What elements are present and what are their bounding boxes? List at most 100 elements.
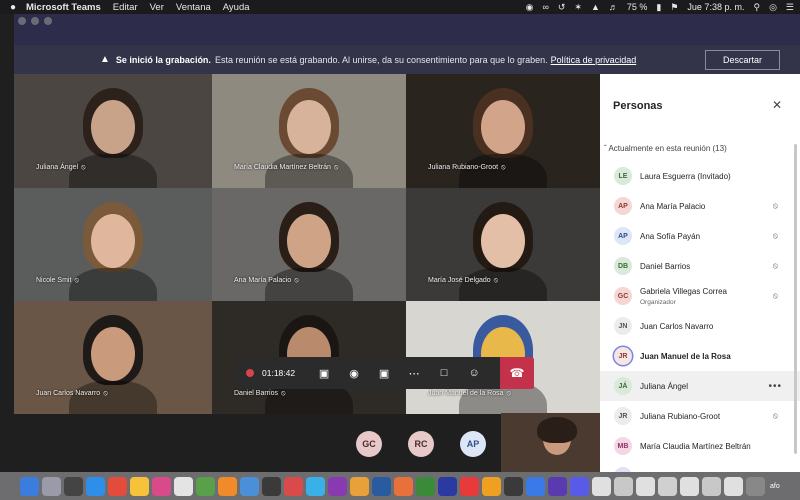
dock-app-icon[interactable]: [394, 476, 413, 496]
participant-avatar: AP: [614, 227, 632, 245]
dock-app-icon[interactable]: [416, 476, 435, 496]
volume-icon[interactable]: ♬: [609, 2, 618, 12]
video-tile[interactable]: Juan Carlos Navarro ⦸: [14, 301, 212, 414]
dock-app-icon[interactable]: [328, 476, 347, 496]
section-header[interactable]: ˇ Actualmente en esta reunión (13): [604, 144, 727, 153]
dock-app-icon[interactable]: [636, 476, 655, 496]
dock-app-icon[interactable]: [284, 476, 303, 496]
overflow-avatar[interactable]: AP: [460, 431, 486, 457]
menu-app-name[interactable]: Microsoft Teams: [26, 2, 101, 13]
video-tile[interactable]: María Claudia Martínez Beltrán ⦸: [212, 74, 406, 188]
bluetooth-icon[interactable]: ✶: [574, 2, 582, 13]
participants-icon[interactable]: ☺: [459, 367, 489, 379]
dock-app-icon[interactable]: [548, 476, 567, 496]
hang-up-button[interactable]: ☎: [500, 357, 534, 389]
notification-center-icon[interactable]: ☰: [786, 2, 794, 13]
menu-ventana[interactable]: Ventana: [176, 2, 211, 13]
dock-app-icon[interactable]: [438, 476, 457, 496]
participant-face: [91, 214, 135, 268]
dock-app-icon[interactable]: [592, 476, 611, 496]
participant-row[interactable]: JR Juan Manuel de la Rosa: [600, 341, 800, 371]
camera-toggle-icon[interactable]: ▣: [309, 367, 339, 380]
panel-scrollbar[interactable]: [794, 144, 797, 454]
dock-app-icon[interactable]: [504, 476, 523, 496]
dock-app-icon[interactable]: [152, 476, 171, 496]
dock-app-icon[interactable]: [218, 476, 237, 496]
more-actions-icon[interactable]: ⋯: [399, 367, 429, 380]
siri-icon[interactable]: ◎: [769, 2, 777, 13]
dock-app-icon[interactable]: [306, 476, 325, 496]
dock-app-icon[interactable]: [372, 476, 391, 496]
participant-row[interactable]: MDMaría José Delgado⦸: [600, 461, 800, 472]
video-tile[interactable]: Juliana Ángel ⦸: [14, 74, 212, 188]
participant-name: Nicole Smit: [36, 277, 72, 284]
menu-bar: ● Microsoft Teams Editar Ver Ventana Ayu…: [0, 0, 800, 14]
participant-row[interactable]: JR Juliana Rubiano-Groot ⦸: [600, 401, 800, 431]
share-screen-icon[interactable]: ▣: [369, 367, 399, 380]
menu-editar[interactable]: Editar: [113, 2, 138, 13]
privacy-policy-link[interactable]: Política de privacidad: [551, 55, 637, 65]
participant-avatar: DB: [614, 257, 632, 275]
participant-row[interactable]: DB Daniel Barrios ⦸: [600, 251, 800, 281]
participant-row[interactable]: MB María Claudia Martínez Beltrán: [600, 431, 800, 461]
overflow-avatar[interactable]: RC: [408, 431, 434, 457]
teams-status-icon[interactable]: ◉: [526, 2, 534, 13]
minimize-window-button[interactable]: [31, 17, 39, 25]
dock-app-icon[interactable]: [240, 476, 259, 496]
dock-app-icon[interactable]: [614, 476, 633, 496]
participant-list-name: Laura Esguerra (Invitado): [640, 171, 731, 181]
dock-app-icon[interactable]: [42, 476, 61, 496]
participant-name: Juliana Ángel: [36, 164, 79, 171]
time-machine-icon[interactable]: ↺: [558, 2, 566, 13]
spotlight-search-icon[interactable]: ⚲: [753, 2, 760, 13]
menu-ayuda[interactable]: Ayuda: [223, 2, 250, 13]
dock-app-icon[interactable]: [196, 476, 215, 496]
dock-app-icon[interactable]: [526, 476, 545, 496]
dock-app-icon[interactable]: [658, 476, 677, 496]
flag-icon[interactable]: ⚑: [670, 2, 678, 13]
dock-app-icon[interactable]: [64, 476, 83, 496]
creative-cloud-icon[interactable]: ∞: [542, 2, 548, 12]
dock-app-icon[interactable]: [680, 476, 699, 496]
battery-icon[interactable]: ▮: [656, 2, 661, 13]
participant-row[interactable]: GC Gabriela Villegas Correa Organizador ⦸: [600, 281, 800, 311]
dock-app-icon[interactable]: [20, 476, 39, 496]
zoom-window-button[interactable]: [44, 17, 52, 25]
wifi-icon[interactable]: ▲: [591, 2, 600, 12]
dock-app-icon[interactable]: [460, 476, 479, 496]
mic-muted-icon: ⦸: [493, 277, 499, 284]
dock-app-icon[interactable]: [86, 476, 105, 496]
participant-row[interactable]: AP Ana Sofía Payán ⦸: [600, 221, 800, 251]
more-options-icon[interactable]: •••: [768, 381, 782, 392]
participant-row[interactable]: AP Ana María Palacio ⦸: [600, 191, 800, 221]
video-tile[interactable]: María José Delgado ⦸: [406, 188, 600, 301]
dismiss-button[interactable]: Descartar: [705, 50, 780, 70]
dock-app-icon[interactable]: [702, 476, 721, 496]
dock-app-icon[interactable]: [570, 476, 589, 496]
menu-ver[interactable]: Ver: [150, 2, 164, 13]
dock-app-icon[interactable]: [174, 476, 193, 496]
participant-list-name: Daniel Barrios: [640, 261, 691, 271]
participant-row[interactable]: JN Juan Carlos Navarro: [600, 311, 800, 341]
dock-app-icon[interactable]: [130, 476, 149, 496]
close-window-button[interactable]: [18, 17, 26, 25]
dock-app-icon[interactable]: [482, 476, 501, 496]
chat-icon[interactable]: □: [429, 367, 459, 379]
dock-app-icon[interactable]: [108, 476, 127, 496]
mic-toggle-icon[interactable]: ◉: [339, 367, 369, 380]
video-tile[interactable]: Nicole Smit ⦸: [14, 188, 212, 301]
dock-app-icon[interactable]: [262, 476, 281, 496]
video-tile[interactable]: Juliana Rubiano-Groot ⦸: [406, 74, 600, 188]
dock-app-icon[interactable]: [724, 476, 743, 496]
dock-app-icon[interactable]: [350, 476, 369, 496]
dock-app-icon[interactable]: [746, 476, 765, 496]
apple-icon[interactable]: ●: [0, 2, 26, 13]
participant-name: Juan Carlos Navarro: [36, 390, 101, 397]
overflow-avatar[interactable]: GC: [356, 431, 382, 457]
self-view-video[interactable]: [501, 413, 614, 472]
participant-row[interactable]: LE Laura Esguerra (Invitado): [600, 161, 800, 191]
clock[interactable]: Jue 7:38 p. m.: [687, 2, 744, 12]
participant-row[interactable]: JÁ Juliana Ángel •••: [600, 371, 800, 401]
video-tile[interactable]: Ana María Palacio ⦸: [212, 188, 406, 301]
close-icon[interactable]: ✕: [772, 98, 782, 112]
